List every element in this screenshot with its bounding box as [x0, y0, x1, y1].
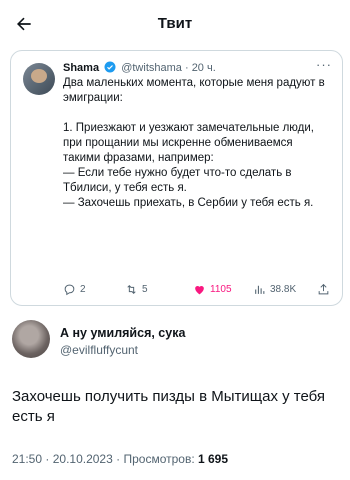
tweet-text: Захочешь получить пизды в Мытищах у тебя…	[12, 388, 326, 425]
quoted-timestamp[interactable]: 20 ч.	[192, 62, 216, 74]
views-count: 38.8K	[270, 284, 297, 295]
more-options-icon[interactable]: ···	[316, 57, 332, 72]
retweet-button[interactable]: 5	[125, 283, 148, 296]
tweet-views-count: 1 695	[198, 452, 229, 466]
tweet-meta: 21:50 · 20.10.2023 · Просмотров: 1 695	[12, 452, 228, 466]
views-button[interactable]: 38.8K	[253, 283, 296, 296]
share-button[interactable]	[317, 283, 330, 296]
reply-count: 2	[80, 284, 86, 295]
quoted-avatar[interactable]	[23, 63, 55, 95]
reply-author-name[interactable]: А ну умиляйся, сука	[60, 326, 185, 340]
quoted-header: Shama @twitshama · 20 ч.	[63, 61, 332, 77]
views-label: Просмотров:	[123, 452, 195, 466]
verified-badge-icon	[104, 61, 116, 73]
quoted-actions: 2 5 1105 38.8K	[63, 283, 333, 297]
reply-avatar[interactable]	[12, 320, 50, 358]
separator-dot: ·	[184, 62, 189, 74]
quoted-tweet[interactable]: Shama @twitshama · 20 ч. ··· Два маленьк…	[10, 50, 343, 306]
quoted-text: Два маленьких момента, которые меня раду…	[63, 77, 325, 209]
share-icon	[318, 283, 329, 295]
reply-icon	[64, 284, 75, 296]
reply-author-handle[interactable]: @evilfluffycunt	[60, 343, 138, 357]
top-bar: Твит	[0, 0, 350, 52]
separator-dot: ·	[45, 452, 53, 466]
heart-icon	[195, 285, 204, 295]
retweet-count: 5	[142, 284, 148, 295]
like-count: 1105	[210, 284, 232, 295]
tweet-time[interactable]: 21:50	[12, 452, 42, 466]
page-title: Твит	[157, 15, 193, 32]
like-button[interactable]: 1105	[193, 283, 232, 296]
reply-button[interactable]: 2	[63, 283, 86, 296]
quoted-author-handle[interactable]: @twitshama	[121, 62, 182, 74]
retweet-icon	[127, 285, 136, 294]
tweet-date[interactable]: 20.10.2023	[53, 452, 113, 466]
quoted-author-name[interactable]: Shama	[63, 62, 99, 74]
views-chart-icon	[255, 285, 265, 294]
